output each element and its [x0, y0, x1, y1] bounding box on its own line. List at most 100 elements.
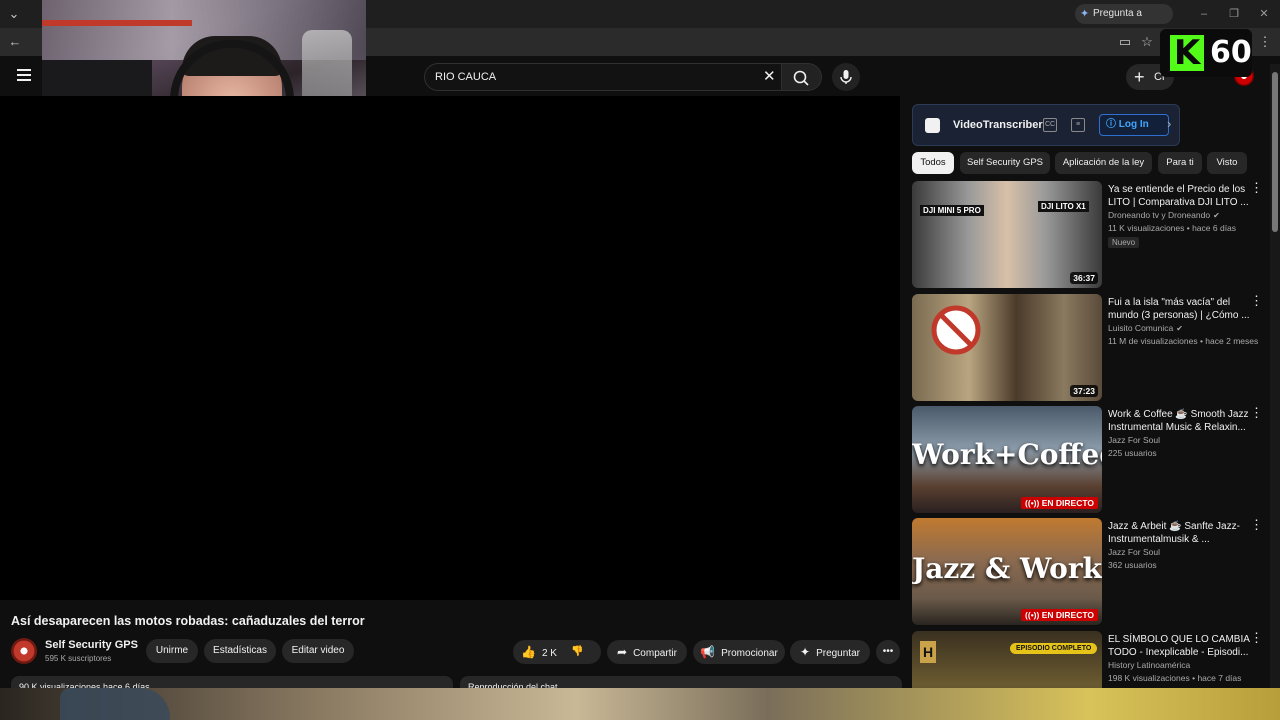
- captions-icon[interactable]: CC: [1043, 118, 1057, 132]
- video-thumbnail[interactable]: H EPISODIO COMPLETO: [912, 631, 1102, 688]
- more-vertical-icon[interactable]: ⋮: [1250, 406, 1263, 419]
- chip-visto[interactable]: Visto: [1207, 152, 1247, 174]
- thumbs-down-icon[interactable]: 👎: [571, 640, 583, 664]
- edit-video-button[interactable]: Editar video: [282, 639, 354, 663]
- back-arrow-icon[interactable]: ←: [4, 31, 26, 53]
- more-vertical-icon[interactable]: ⋮: [1250, 181, 1263, 194]
- recommendation-title[interactable]: Work & Coffee ☕ Smooth Jazz Instrumental…: [1108, 408, 1256, 434]
- recommendation-title[interactable]: Jazz & Arbeit ☕ Sanfte Jazz-Instrumental…: [1108, 520, 1256, 546]
- more-vertical-icon[interactable]: ⋮: [1250, 631, 1262, 644]
- recommendation-item[interactable]: H EPISODIO COMPLETO EL SÍMBOLO QUE LO CA…: [912, 631, 1262, 688]
- video-thumbnail[interactable]: Jazz & Work ((•)) EN DIRECTO: [912, 518, 1102, 625]
- thumbs-up-icon[interactable]: 👍: [521, 640, 536, 664]
- channel-avatar[interactable]: [11, 638, 37, 664]
- page-scrollbar[interactable]: [1270, 64, 1280, 688]
- close-window-button[interactable]: ✕: [1254, 4, 1274, 24]
- thumbnail-overlay-text: EPISODIO COMPLETO: [1010, 643, 1098, 654]
- more-vertical-icon[interactable]: ⋮: [1250, 294, 1263, 307]
- thumbnail-overlay-text: Jazz & Work: [912, 552, 1102, 585]
- recommendation-title[interactable]: Fui a la isla "más vacía" del mundo (3 p…: [1108, 296, 1256, 322]
- search-input[interactable]: RIO CAUCA ✕: [424, 63, 782, 91]
- chevron-right-icon[interactable]: ›: [1167, 116, 1171, 131]
- share-icon: ➦: [617, 645, 628, 659]
- no-entry-sign-icon: [931, 305, 981, 355]
- recommendation-title[interactable]: Ya se entiende el Precio de los LITO | C…: [1108, 183, 1256, 209]
- channel-name-text: Luisito Comunica: [1108, 323, 1174, 333]
- recommendation-meta: 225 usuarios: [1108, 448, 1157, 458]
- promote-label: Promocionar: [721, 648, 778, 659]
- chip-todos[interactable]: Todos: [912, 152, 954, 174]
- recommendation-channel[interactable]: Jazz For Soul: [1108, 435, 1160, 445]
- recommendation-item[interactable]: DJI MINI 5 PRO DJI LITO X1 36:37 Ya se e…: [912, 181, 1263, 289]
- channel-name-text: Droneando tv y Droneando: [1108, 210, 1211, 220]
- live-badge: ((•)) EN DIRECTO: [1021, 609, 1098, 621]
- recommendation-channel[interactable]: Luisito Comunica ✔: [1108, 323, 1183, 333]
- thumbnail-label-right: DJI LITO X1: [1038, 201, 1089, 212]
- scroll-thumb[interactable]: [1272, 72, 1278, 232]
- microphone-icon: [840, 70, 852, 84]
- kick-logo: [1170, 33, 1204, 73]
- channel-name[interactable]: Self Security GPS: [45, 639, 138, 651]
- videotranscriber-logo-icon: [925, 118, 940, 133]
- kick-viewer-badge: 60: [1160, 29, 1252, 77]
- stats-button[interactable]: Estadísticas: [204, 639, 276, 663]
- verified-icon: ✔: [1176, 324, 1183, 333]
- more-vertical-icon[interactable]: ⋮: [1250, 518, 1263, 531]
- live-label: EN DIRECTO: [1041, 610, 1094, 620]
- chip-self-security-gps[interactable]: Self Security GPS: [960, 152, 1050, 174]
- like-count[interactable]: 2 K: [542, 648, 557, 659]
- video-thumbnail[interactable]: DJI MINI 5 PRO DJI LITO X1 36:37: [912, 181, 1102, 288]
- search-button[interactable]: [782, 63, 822, 91]
- recommendation-channel[interactable]: Jazz For Soul: [1108, 547, 1160, 557]
- promote-button[interactable]: 📢 Promocionar: [693, 640, 785, 664]
- recommendation-item[interactable]: Jazz & Work ((•)) EN DIRECTO Jazz & Arbe…: [912, 518, 1263, 626]
- gemini-sparkle-icon: ✦: [1080, 8, 1090, 20]
- video-thumbnail[interactable]: Work+Coffee ((•)) EN DIRECTO: [912, 406, 1102, 513]
- ask-label: Preguntar: [816, 648, 860, 659]
- recommendation-meta: 11 M de visualizaciones • hace 2 meses: [1108, 336, 1259, 346]
- bookmark-star-icon[interactable]: ☆: [1136, 31, 1158, 53]
- ask-button[interactable]: ✦ Preguntar: [790, 640, 870, 664]
- cast-icon[interactable]: ▭: [1114, 31, 1136, 53]
- video-title: Así desaparecen las motos robadas: cañad…: [11, 614, 365, 628]
- more-horizontal-icon: •••: [882, 646, 894, 657]
- voice-search-button[interactable]: [832, 63, 860, 91]
- thumbnail-label-left: DJI MINI 5 PRO: [920, 205, 984, 216]
- video-player[interactable]: [0, 96, 900, 600]
- login-button[interactable]: ⓘ Log In: [1099, 114, 1169, 136]
- live-icon: ((•)): [1025, 498, 1042, 508]
- extension-name: VideoTranscriber: [953, 119, 1043, 131]
- menu-icon[interactable]: [14, 66, 34, 86]
- recommendation-item[interactable]: 37:23 Fui a la isla "más vacía" del mund…: [912, 294, 1263, 402]
- videotranscriber-extension-bar: VideoTranscriber CC ≡ ⓘ Log In ›: [912, 104, 1180, 146]
- clear-search-icon[interactable]: ✕: [763, 67, 776, 85]
- megaphone-icon: 📢: [700, 645, 716, 659]
- recommendation-meta: 11 K visualizaciones • hace 6 días: [1108, 223, 1237, 233]
- gemini-button[interactable]: ✦ Pregunta a Gemini: [1075, 4, 1173, 39]
- share-label: Compartir: [633, 648, 677, 659]
- chip-aplicacion-de-la-ley[interactable]: Aplicación de la ley: [1055, 152, 1152, 174]
- thumbnail-overlay-text: Work+Coffee: [912, 438, 1102, 471]
- transcript-list-icon[interactable]: ≡: [1071, 118, 1085, 132]
- video-duration: 36:37: [1070, 272, 1098, 284]
- channel-subscribers: 595 K suscriptores: [45, 654, 112, 663]
- recommendation-title[interactable]: EL SÍMBOLO QUE LO CAMBIA TODO - Inexplic…: [1108, 633, 1256, 659]
- recommendation-channel[interactable]: Droneando tv y Droneando ✔: [1108, 210, 1220, 220]
- live-label: EN DIRECTO: [1041, 498, 1094, 508]
- more-actions-button[interactable]: •••: [876, 640, 900, 664]
- restore-button[interactable]: ❐: [1224, 4, 1244, 24]
- tab-search-icon[interactable]: ⌄: [3, 3, 25, 25]
- recommendation-meta: 362 usuarios: [1108, 560, 1157, 570]
- search-query: RIO CAUCA: [435, 71, 497, 83]
- chip-para-ti[interactable]: Para ti: [1158, 152, 1202, 174]
- login-label: Log In: [1118, 119, 1149, 130]
- minimize-button[interactable]: –: [1194, 4, 1214, 24]
- recommendation-channel[interactable]: History Latinoamérica: [1108, 660, 1190, 670]
- share-button[interactable]: ➦ Compartir: [607, 640, 687, 664]
- sparkle-icon: ✦: [800, 645, 811, 659]
- search-icon: [793, 70, 809, 86]
- video-thumbnail[interactable]: 37:23: [912, 294, 1102, 401]
- browser-menu-icon[interactable]: ⋮: [1254, 31, 1276, 53]
- join-button[interactable]: Unirme: [146, 639, 198, 663]
- recommendation-item[interactable]: Work+Coffee ((•)) EN DIRECTO Work & Coff…: [912, 406, 1263, 514]
